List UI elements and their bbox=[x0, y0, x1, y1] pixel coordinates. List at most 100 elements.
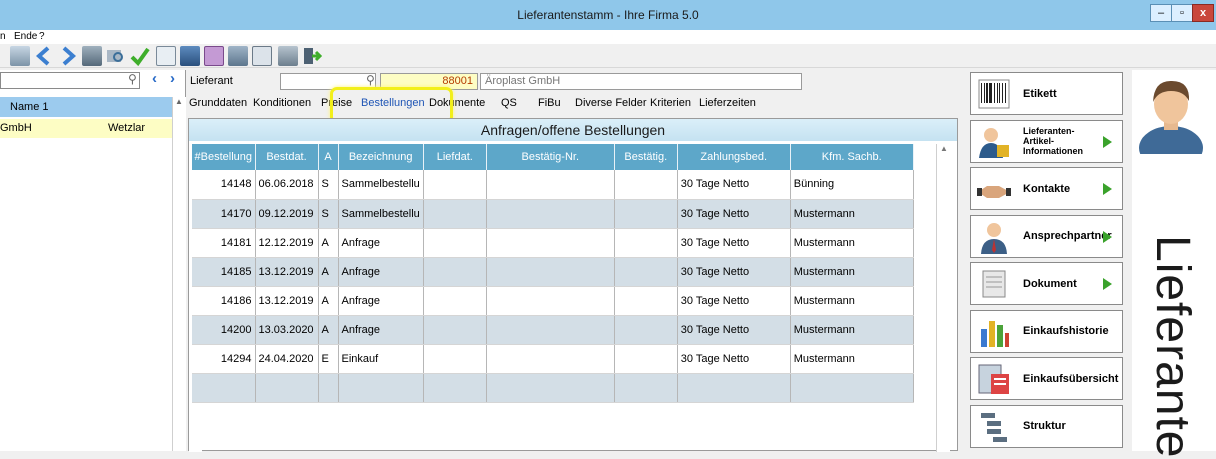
side-button-report[interactable]: Einkaufsübersicht bbox=[970, 357, 1123, 400]
cell-liefdat[interactable] bbox=[423, 257, 487, 287]
scroll-up-icon[interactable]: ▲ bbox=[940, 144, 948, 153]
search-magnifier-icon[interactable] bbox=[106, 46, 126, 66]
save-icon[interactable] bbox=[10, 46, 30, 66]
minimize-button[interactable]: – bbox=[1150, 4, 1172, 22]
nav-next-icon[interactable]: › bbox=[170, 70, 175, 87]
tab-kriterien[interactable]: Kriterien bbox=[650, 97, 691, 109]
cell-bestaetig-nr[interactable] bbox=[486, 373, 615, 403]
cell-art[interactable]: A bbox=[318, 257, 339, 287]
cell-liefdat[interactable] bbox=[423, 286, 487, 316]
left-search-input[interactable] bbox=[0, 72, 140, 89]
cell-bestdat[interactable]: 12.12.2019 bbox=[255, 228, 319, 258]
cell-bestaetig[interactable] bbox=[614, 170, 678, 200]
cell-art[interactable]: E bbox=[318, 344, 339, 374]
cell-art[interactable]: A bbox=[318, 228, 339, 258]
cell-zahlungsbed[interactable] bbox=[677, 373, 791, 403]
column-header-name1[interactable]: Name 1 bbox=[10, 101, 49, 113]
cell-kfm-sachb[interactable]: Mustermann bbox=[790, 344, 914, 374]
cell-bestaetig-nr[interactable] bbox=[486, 228, 615, 258]
col-bestellung[interactable]: #Bestellung bbox=[192, 144, 256, 170]
col-bezeichnung[interactable]: Bezeichnung bbox=[338, 144, 424, 170]
cell-kfm-sachb[interactable]: Bünning bbox=[790, 170, 914, 200]
menu-item-help[interactable]: ? bbox=[39, 31, 45, 42]
expand-arrow-icon[interactable] bbox=[1103, 230, 1112, 243]
side-button-person-puzzle[interactable]: Lieferanten-Artikel-Informationen bbox=[970, 119, 1123, 163]
tab-konditionen[interactable]: Konditionen bbox=[253, 97, 311, 109]
cell-bestaetig[interactable] bbox=[614, 199, 678, 229]
cell-bestaetig[interactable] bbox=[614, 315, 678, 345]
cell-zahlungsbed[interactable]: 30 Tage Netto bbox=[677, 257, 791, 287]
cell-bestellung[interactable]: 14294 bbox=[192, 344, 256, 374]
table-row[interactable]: 14200 13.03.2020 A Anfrage 30 Tage Netto Must… bbox=[192, 315, 914, 345]
supplier-name-field[interactable]: Äroplast GmbH bbox=[480, 73, 802, 90]
close-button[interactable]: x bbox=[1192, 4, 1214, 22]
cell-bestaetig-nr[interactable] bbox=[486, 199, 615, 229]
expand-arrow-icon[interactable] bbox=[1103, 183, 1112, 195]
cell-bestdat[interactable]: 06.06.2018 bbox=[255, 170, 319, 200]
chart-icon[interactable] bbox=[180, 46, 200, 66]
list-item[interactable]: GmbH Wetzlar bbox=[0, 119, 172, 138]
clipboard-icon[interactable] bbox=[252, 46, 272, 66]
maximize-button[interactable]: ▫ bbox=[1171, 4, 1193, 22]
cell-bezeichnung[interactable]: Anfrage bbox=[338, 286, 424, 316]
cell-bestaetig-nr[interactable] bbox=[486, 257, 615, 287]
cell-bezeichnung[interactable]: Anfrage bbox=[338, 257, 424, 287]
exit-icon[interactable] bbox=[302, 46, 323, 66]
cell-zahlungsbed[interactable]: 30 Tage Netto bbox=[677, 170, 791, 200]
cell-bestellung[interactable]: 14185 bbox=[192, 257, 256, 287]
tab-fibu[interactable]: FiBu bbox=[538, 97, 561, 109]
menu-item-file[interactable]: n bbox=[0, 31, 6, 42]
cell-bestdat[interactable]: 13.12.2019 bbox=[255, 286, 319, 316]
cell-liefdat[interactable] bbox=[423, 199, 487, 229]
table-row[interactable]: 14186 13.12.2019 A Anfrage 30 Tage Netto Must… bbox=[192, 286, 914, 316]
cell-bestellung[interactable]: 14186 bbox=[192, 286, 256, 316]
expand-arrow-icon[interactable] bbox=[1103, 135, 1112, 148]
col-bestaetig-nr[interactable]: Bestätig-Nr. bbox=[486, 144, 615, 170]
cell-kfm-sachb[interactable]: Mustermann bbox=[790, 228, 914, 258]
cell-liefdat[interactable] bbox=[423, 170, 487, 200]
side-button-businessman[interactable]: Ansprechpartner bbox=[970, 214, 1123, 258]
cell-bestaetig-nr[interactable] bbox=[486, 315, 615, 345]
cell-kfm-sachb[interactable]: Mustermann bbox=[790, 199, 914, 229]
cell-art[interactable]: S bbox=[318, 170, 339, 200]
scroll-up-icon[interactable]: ▲ bbox=[175, 97, 183, 106]
cell-zahlungsbed[interactable]: 30 Tage Netto bbox=[677, 199, 791, 229]
table-row[interactable]: 14148 06.06.2018 S Sammelbestellu 30 Tage Ne… bbox=[192, 170, 914, 200]
side-button-scroll[interactable]: Dokument bbox=[970, 262, 1123, 305]
col-bestaetig[interactable]: Bestätig. bbox=[614, 144, 678, 170]
cell-art[interactable]: A bbox=[318, 315, 339, 345]
cell-bezeichnung[interactable]: Sammelbestellu bbox=[338, 170, 424, 200]
database-icon[interactable] bbox=[82, 46, 102, 66]
cell-bestdat[interactable]: 13.03.2020 bbox=[255, 315, 319, 345]
cell-art[interactable] bbox=[318, 373, 339, 403]
cell-bestaetig[interactable] bbox=[614, 257, 678, 287]
document-copy-icon[interactable] bbox=[156, 46, 176, 66]
cell-bezeichnung[interactable]: Sammelbestellu bbox=[338, 199, 424, 229]
side-button-structure[interactable]: Struktur bbox=[970, 404, 1123, 448]
back-arrow-icon[interactable] bbox=[34, 46, 54, 66]
col-zahlungsbed[interactable]: Zahlungsbed. bbox=[677, 144, 791, 170]
table-row[interactable]: 14181 12.12.2019 A Anfrage 30 Tage Netto Must… bbox=[192, 228, 914, 258]
cell-bestaetig[interactable] bbox=[614, 373, 678, 403]
cell-bezeichnung[interactable] bbox=[338, 373, 424, 403]
cell-zahlungsbed[interactable]: 30 Tage Netto bbox=[677, 315, 791, 345]
table-row[interactable] bbox=[192, 373, 914, 403]
cell-kfm-sachb[interactable]: Mustermann bbox=[790, 315, 914, 345]
cell-kfm-sachb[interactable] bbox=[790, 373, 914, 403]
cell-bestaetig-nr[interactable] bbox=[486, 286, 615, 316]
cell-bestdat[interactable]: 13.12.2019 bbox=[255, 257, 319, 287]
tab-grunddaten[interactable]: Grunddaten bbox=[189, 97, 247, 109]
cell-art[interactable]: S bbox=[318, 199, 339, 229]
table-row[interactable]: 14185 13.12.2019 A Anfrage 30 Tage Netto Must… bbox=[192, 257, 914, 287]
paste-icon[interactable] bbox=[278, 46, 298, 66]
cell-zahlungsbed[interactable]: 30 Tage Netto bbox=[677, 228, 791, 258]
cell-bezeichnung[interactable]: Anfrage bbox=[338, 315, 424, 345]
side-button-barcode[interactable]: Etikett bbox=[970, 72, 1123, 115]
cell-bestdat[interactable] bbox=[255, 373, 319, 403]
cell-bezeichnung[interactable]: Anfrage bbox=[338, 228, 424, 258]
cell-bestellung[interactable]: 14148 bbox=[192, 170, 256, 200]
cell-bestaetig-nr[interactable] bbox=[486, 170, 615, 200]
left-scrollbar[interactable]: ▲ bbox=[172, 97, 186, 451]
nav-prev-icon[interactable]: ‹ bbox=[152, 70, 157, 87]
cell-bestaetig[interactable] bbox=[614, 286, 678, 316]
